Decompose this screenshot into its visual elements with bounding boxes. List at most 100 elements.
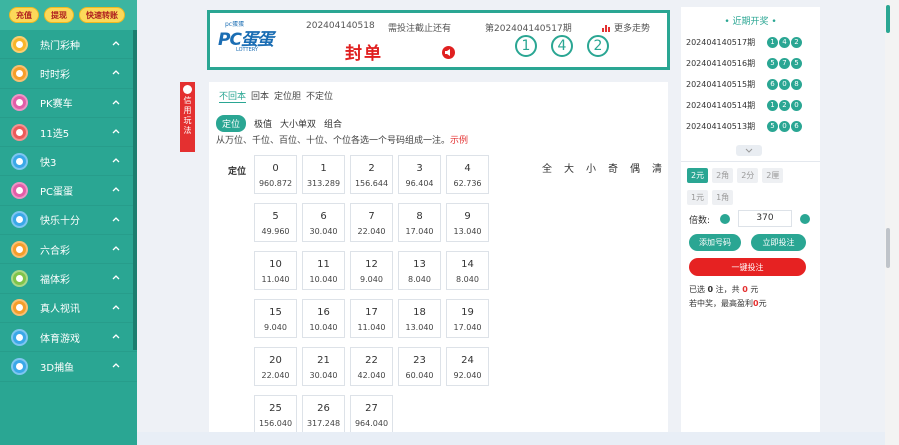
sidebar-nav-item[interactable]: 快乐十分 [0, 206, 137, 236]
number-cell[interactable]: 17 11.040 [350, 299, 393, 338]
unit-2-li[interactable]: 2厘 [762, 168, 784, 183]
unit-2-fen[interactable]: 2分 [737, 168, 759, 183]
number-cell[interactable]: 15 9.040 [254, 299, 297, 338]
summary-suffix: 元 [750, 285, 759, 294]
number-cell[interactable]: 12 9.040 [350, 251, 393, 290]
minus-icon[interactable] [720, 214, 730, 224]
unit-1-jiao[interactable]: 1角 [712, 190, 734, 205]
quick-transfer-button[interactable]: 快速转账 [79, 7, 125, 23]
number-cell[interactable]: 9 13.040 [446, 203, 489, 242]
number-cell[interactable]: 18 13.040 [398, 299, 441, 338]
number-cell[interactable]: 3 96.404 [398, 155, 441, 194]
number-cell[interactable]: 11 10.040 [302, 251, 345, 290]
unit-2-jiao[interactable]: 2角 [712, 168, 734, 183]
chevron-up-icon [112, 99, 120, 105]
sidebar-nav-label: 时时彩 [40, 69, 70, 81]
sidebar-nav-label: PK赛车 [40, 99, 73, 111]
page-scrollbar[interactable] [885, 0, 899, 445]
number-cell[interactable]: 25 156.040 [254, 395, 297, 434]
number-cell[interactable]: 1 313.289 [302, 155, 345, 194]
draw-issue: 202404140515期 [686, 79, 756, 89]
tab-return[interactable]: 回本 [251, 89, 269, 103]
sidebar-nav-label: 3D捕鱼 [40, 362, 75, 374]
sidebar-nav-item[interactable]: 热门彩种 [0, 30, 137, 60]
number-cell[interactable]: 19 17.040 [446, 299, 489, 338]
clear-button[interactable]: 清 [652, 160, 662, 175]
example-link[interactable]: 示例 [450, 136, 468, 146]
withdraw-button[interactable]: 提现 [44, 7, 74, 23]
add-number-button[interactable]: 添加号码 [689, 234, 741, 251]
number-cell[interactable]: 0 960.872 [254, 155, 297, 194]
cell-odds: 964.040 [354, 419, 389, 428]
number-cell[interactable]: 6 30.040 [302, 203, 345, 242]
number-cell[interactable]: 7 22.040 [350, 203, 393, 242]
quick-select-bar: 全 大 小 奇 偶 清 [542, 160, 662, 175]
number-cell[interactable]: 16 10.040 [302, 299, 345, 338]
number-cell[interactable]: 21 30.040 [302, 347, 345, 386]
sidebar-nav-item[interactable]: 3D捕鱼 [0, 352, 137, 382]
quick-bet-button[interactable]: 一键投注 [689, 258, 806, 276]
chevron-up-icon [112, 41, 120, 46]
plus-icon[interactable] [800, 214, 810, 224]
draw-ball: 1 [767, 99, 778, 111]
lottery-header: pc蛋蛋 PC蛋蛋 LOTTERY 202404140518 需投注截止还有 封… [207, 10, 670, 70]
subtab-position[interactable]: 定位 [216, 115, 247, 132]
credit-play-label: 信用玩法 [183, 96, 192, 135]
sidebar-nav-item[interactable]: 快3 [0, 147, 137, 177]
cell-number: 21 [317, 355, 330, 366]
number-cell[interactable]: 2 156.644 [350, 155, 393, 194]
select-odd-button[interactable]: 奇 [608, 160, 618, 175]
number-cell[interactable]: 24 92.040 [446, 347, 489, 386]
chevron-up-icon [112, 363, 120, 368]
number-cell[interactable]: 13 8.040 [398, 251, 441, 290]
cell-number: 1 [320, 163, 327, 174]
number-cell[interactable]: 4 62.736 [446, 155, 489, 194]
number-cell[interactable]: 10 11.040 [254, 251, 297, 290]
tab-no-position[interactable]: 不定位 [306, 89, 333, 103]
category-icon [11, 152, 28, 170]
sidebar-nav-item[interactable]: 福体彩 [0, 264, 137, 294]
unit-1-yuan[interactable]: 1元 [687, 190, 709, 205]
sidebar-nav-item[interactable]: 时时彩 [0, 59, 137, 89]
number-cell[interactable]: 14 8.040 [446, 251, 489, 290]
sidebar-nav-item[interactable]: 体育游戏 [0, 323, 137, 353]
more-trend-link[interactable]: 更多走势 [602, 21, 650, 34]
cell-odds: 960.872 [258, 179, 293, 188]
cell-number: 2 [368, 163, 375, 174]
number-cell[interactable]: 27 964.040 [350, 395, 393, 434]
expand-draws-button[interactable] [736, 145, 762, 156]
subtab-big-small-odd-even[interactable]: 大小单双 [280, 117, 316, 130]
cell-odds: 156.040 [258, 419, 293, 428]
number-cell[interactable]: 8 17.040 [398, 203, 441, 242]
multiplier-input[interactable]: 370 [738, 210, 792, 227]
bet-now-button[interactable]: 立即投注 [751, 234, 806, 251]
number-cell[interactable]: 20 22.040 [254, 347, 297, 386]
sound-icon[interactable] [442, 46, 455, 59]
scrollbar-thumb-secondary[interactable] [886, 228, 890, 268]
select-even-button[interactable]: 偶 [630, 160, 640, 175]
sidebar-nav-item[interactable]: PC蛋蛋 [0, 176, 137, 206]
tab-position-bile[interactable]: 定位胆 [274, 89, 301, 103]
select-small-button[interactable]: 小 [586, 160, 596, 175]
cell-number: 16 [317, 307, 330, 318]
select-big-button[interactable]: 大 [564, 160, 574, 175]
number-cell[interactable]: 26 317.248 [302, 395, 345, 434]
sidebar-nav-item[interactable]: PK赛车 [0, 89, 137, 118]
credit-play-tag[interactable]: 信用玩法 [180, 82, 195, 152]
sidebar-scrollbar[interactable] [133, 30, 137, 350]
subtab-combination[interactable]: 组合 [324, 117, 342, 130]
number-cell[interactable]: 5 49.960 [254, 203, 297, 242]
sidebar-nav-item[interactable]: 真人视讯 [0, 294, 137, 323]
bottom-strip [137, 432, 885, 445]
subtab-extreme[interactable]: 极值 [254, 117, 272, 130]
number-cell[interactable]: 23 60.040 [398, 347, 441, 386]
tab-no-return[interactable]: 不回本 [219, 89, 247, 103]
cell-number: 8 [416, 211, 423, 222]
scrollbar-thumb[interactable] [886, 5, 890, 33]
number-cell[interactable]: 22 42.040 [350, 347, 393, 386]
sidebar-nav-item[interactable]: 六合彩 [0, 235, 137, 265]
recharge-button[interactable]: 充值 [9, 7, 39, 23]
unit-2-yuan[interactable]: 2元 [687, 168, 709, 183]
select-all-button[interactable]: 全 [542, 160, 552, 175]
sidebar-nav-item[interactable]: 11选5 [0, 118, 137, 148]
